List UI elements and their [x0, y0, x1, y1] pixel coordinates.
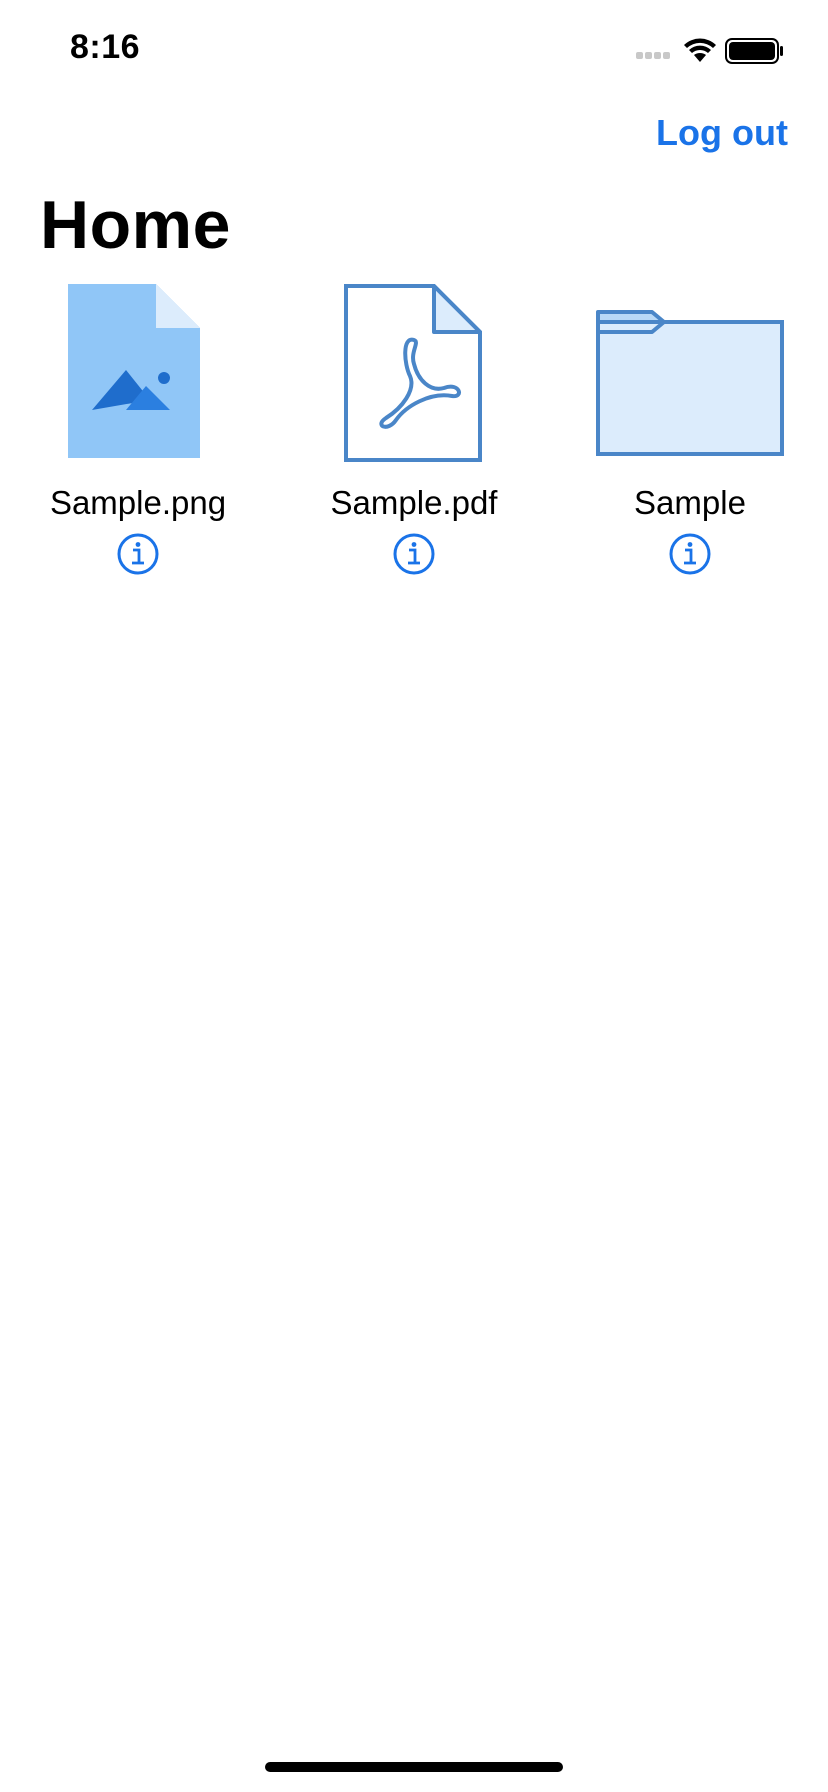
file-item-sample-pdf[interactable]: Sample.pdf — [276, 284, 552, 584]
file-name: Sample.png — [49, 484, 227, 521]
nav-bar: Log out Home — [0, 100, 828, 270]
signal-icon — [636, 52, 670, 59]
status-bar: 8:16 — [0, 0, 828, 100]
battery-icon — [725, 38, 783, 64]
file-item-sample-png[interactable]: Sample.png — [0, 284, 276, 584]
file-name: Sample.pdf — [330, 484, 498, 521]
file-grid: Sample.png Sample.pdf Sample — [0, 284, 828, 604]
home-indicator[interactable] — [265, 1762, 563, 1772]
info-icon — [669, 533, 711, 575]
info-button[interactable] — [392, 532, 436, 576]
folder-icon — [596, 310, 784, 456]
image-file-icon — [68, 284, 200, 458]
status-icons — [634, 32, 794, 72]
info-icon — [393, 533, 435, 575]
info-icon — [117, 533, 159, 575]
info-button[interactable] — [116, 532, 160, 576]
logout-button[interactable]: Log out — [656, 112, 788, 154]
pdf-file-icon — [344, 284, 482, 462]
page-title: Home — [40, 187, 231, 263]
folder-item-sample[interactable]: Sample — [552, 284, 828, 584]
folder-name: Sample — [634, 484, 746, 521]
wifi-icon — [684, 38, 716, 62]
status-time: 8:16 — [70, 28, 141, 66]
info-button[interactable] — [668, 532, 712, 576]
